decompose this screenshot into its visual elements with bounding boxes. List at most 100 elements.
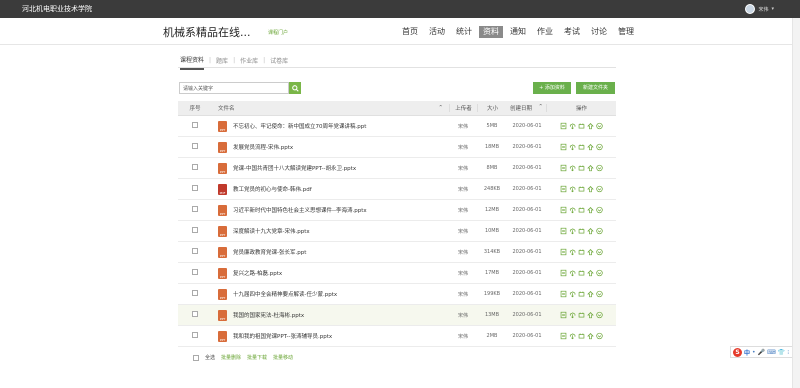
- table-row[interactable]: PPT 复兴之路-柏磊.pptx 宋伟 17MB 2020-06-01: [178, 263, 616, 284]
- edit-icon[interactable]: [578, 228, 585, 235]
- new-folder-button[interactable]: 新建文件夹: [576, 82, 615, 94]
- move-up-icon[interactable]: [587, 291, 594, 298]
- school-name[interactable]: 河北机电职业技术学院: [22, 4, 92, 14]
- file-name[interactable]: 我和我的祖国党课PPT--张涛辅导员.pptx: [233, 332, 332, 340]
- row-checkbox[interactable]: [192, 332, 198, 338]
- table-row[interactable]: PPT 十九届四中全会精神要点解读-任少蒙.pptx 宋伟 199KB 2020-06-…: [178, 284, 616, 305]
- file-name[interactable]: 我国的国家宪法-杜海彬.pptx: [233, 311, 304, 319]
- table-row[interactable]: PPT 我和我的祖国党课PPT--张涛辅导员.pptx 宋伟 2MB 2020-06-0…: [178, 326, 616, 347]
- search-button[interactable]: [289, 82, 301, 94]
- preview-icon[interactable]: [560, 269, 567, 277]
- move-up-icon[interactable]: [587, 123, 594, 130]
- edit-icon[interactable]: [578, 123, 585, 130]
- col-date[interactable]: 创建日期 ⌃: [507, 104, 547, 112]
- more-icon[interactable]: [596, 164, 603, 172]
- row-checkbox[interactable]: [192, 185, 198, 191]
- nav-item[interactable]: 统计: [452, 26, 476, 38]
- table-row[interactable]: PPT 习近平新时代中国特色社会主义思想课件--李海涛.pptx 宋伟 12MB 202…: [178, 200, 616, 221]
- scrollbar[interactable]: [792, 18, 800, 388]
- move-up-icon[interactable]: [587, 249, 594, 256]
- edit-icon[interactable]: [578, 312, 585, 319]
- preview-icon[interactable]: [560, 122, 567, 130]
- row-checkbox[interactable]: [192, 164, 198, 170]
- table-row[interactable]: PPT 党员廉政教育党课-张长军.ppt 宋伟 314KB 2020-06-01: [178, 242, 616, 263]
- row-checkbox[interactable]: [192, 122, 198, 128]
- more-icon[interactable]: [596, 122, 603, 130]
- download-icon[interactable]: [569, 291, 576, 298]
- nav-item[interactable]: 活动: [425, 26, 449, 38]
- preview-icon[interactable]: [560, 311, 567, 319]
- move-up-icon[interactable]: [587, 165, 594, 172]
- move-up-icon[interactable]: [587, 207, 594, 214]
- file-name[interactable]: 发展党员流程-宋伟.pptx: [233, 143, 293, 151]
- download-icon[interactable]: [569, 249, 576, 256]
- edit-icon[interactable]: [578, 249, 585, 256]
- table-row[interactable]: PPT 不忘初心、牢记使命：新中国成立70周年党课讲稿.ppt 宋伟 5MB 2020-…: [178, 116, 616, 137]
- move-up-icon[interactable]: [587, 144, 594, 151]
- move-up-icon[interactable]: [587, 186, 594, 193]
- download-icon[interactable]: [569, 186, 576, 193]
- preview-icon[interactable]: [560, 206, 567, 214]
- row-checkbox[interactable]: [192, 206, 198, 212]
- edit-icon[interactable]: [578, 333, 585, 340]
- more-icon[interactable]: [596, 227, 603, 235]
- course-portal-link[interactable]: 课程门户: [268, 29, 288, 36]
- download-icon[interactable]: [569, 123, 576, 130]
- preview-icon[interactable]: [560, 332, 567, 340]
- sort-icon[interactable]: ⌃: [538, 104, 543, 112]
- file-name[interactable]: 复兴之路-柏磊.pptx: [233, 269, 282, 277]
- col-name[interactable]: 文件名 ⌃: [212, 104, 449, 112]
- menu-icon[interactable]: ⁝: [787, 349, 789, 356]
- more-icon[interactable]: [596, 311, 603, 319]
- preview-icon[interactable]: [560, 164, 567, 172]
- keyboard-icon[interactable]: ⌨: [767, 349, 776, 356]
- file-name[interactable]: 深度解读十九大党章-宋伟.pptx: [233, 227, 310, 235]
- more-icon[interactable]: [596, 248, 603, 256]
- table-row[interactable]: PPT 党课-中国共青团十八大解读党建PPT--胡永卫.pptx 宋伟 8MB 2020…: [178, 158, 616, 179]
- edit-icon[interactable]: [578, 291, 585, 298]
- user-menu[interactable]: 宋伟 ▾: [745, 4, 774, 14]
- file-name[interactable]: 教工党员的初心与使命-韩伟.pdf: [233, 185, 312, 193]
- download-icon[interactable]: [569, 312, 576, 319]
- batch-download-link[interactable]: 批量下载: [247, 354, 267, 361]
- batch-delete-link[interactable]: 批量删除: [221, 354, 241, 361]
- nav-item[interactable]: 作业: [533, 26, 557, 38]
- table-row[interactable]: PDF 教工党员的初心与使命-韩伟.pdf 宋伟 248KB 2020-06-01: [178, 179, 616, 200]
- add-resource-button[interactable]: + 添加资料: [533, 82, 571, 94]
- edit-icon[interactable]: [578, 165, 585, 172]
- chevron-down-icon[interactable]: ▾: [771, 6, 774, 12]
- nav-item[interactable]: 考试: [560, 26, 584, 38]
- more-icon[interactable]: [596, 206, 603, 214]
- search-input[interactable]: 请输入关键字: [179, 82, 289, 94]
- select-all-checkbox[interactable]: [193, 354, 199, 361]
- move-up-icon[interactable]: [587, 228, 594, 235]
- download-icon[interactable]: [569, 165, 576, 172]
- skin-icon[interactable]: 👕: [778, 349, 785, 356]
- row-checkbox[interactable]: [192, 290, 198, 296]
- move-up-icon[interactable]: [587, 333, 594, 340]
- move-up-icon[interactable]: [587, 312, 594, 319]
- edit-icon[interactable]: [578, 144, 585, 151]
- nav-item[interactable]: 通知: [506, 26, 530, 38]
- move-up-icon[interactable]: [587, 270, 594, 277]
- row-checkbox[interactable]: [192, 143, 198, 149]
- download-icon[interactable]: [569, 207, 576, 214]
- more-icon[interactable]: [596, 269, 603, 277]
- user-name[interactable]: 宋伟: [758, 6, 768, 13]
- download-icon[interactable]: [569, 270, 576, 277]
- file-name[interactable]: 十九届四中全会精神要点解读-任少蒙.pptx: [233, 290, 337, 298]
- row-checkbox[interactable]: [192, 248, 198, 254]
- nav-item[interactable]: 讨论: [587, 26, 611, 38]
- mic-icon[interactable]: 🎤: [758, 349, 765, 356]
- edit-icon[interactable]: [578, 186, 585, 193]
- row-checkbox[interactable]: [192, 269, 198, 275]
- sort-icon[interactable]: ⌃: [438, 105, 443, 111]
- edit-icon[interactable]: [578, 207, 585, 214]
- avatar[interactable]: [745, 4, 756, 14]
- download-icon[interactable]: [569, 333, 576, 340]
- file-name[interactable]: 不忘初心、牢记使命：新中国成立70周年党课讲稿.ppt: [233, 122, 366, 130]
- preview-icon[interactable]: [560, 290, 567, 298]
- select-all-label[interactable]: 全选: [205, 354, 215, 361]
- ime-lang[interactable]: 中: [744, 348, 750, 357]
- file-name[interactable]: 党员廉政教育党课-张长军.ppt: [233, 248, 306, 256]
